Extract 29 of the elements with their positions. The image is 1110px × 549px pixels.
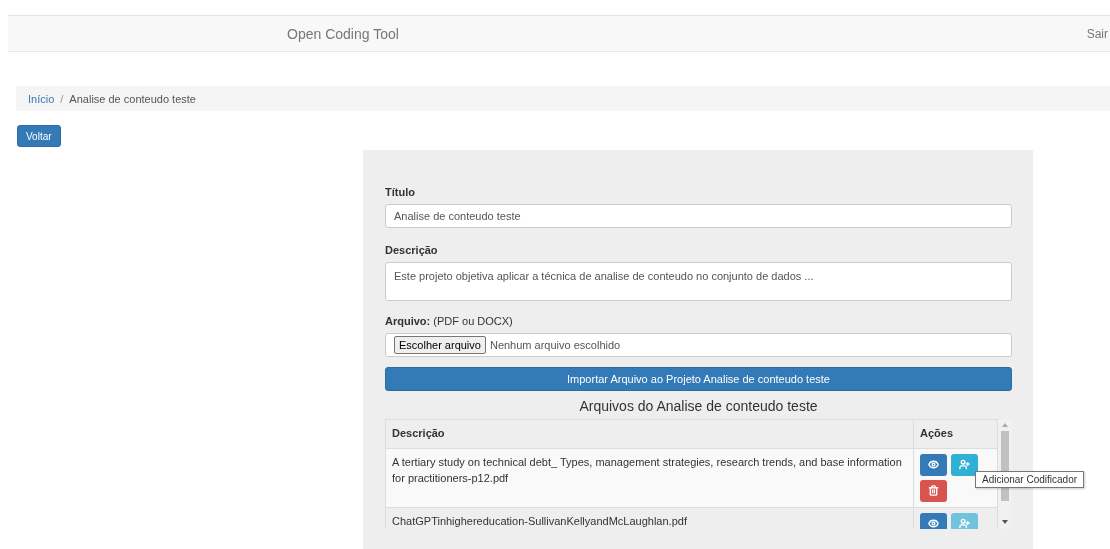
trash-icon bbox=[928, 485, 939, 497]
import-button[interactable]: Importar Arquivo ao Projeto Analise de conteudo teste bbox=[385, 367, 1012, 391]
logout-link[interactable]: Sair bbox=[1086, 26, 1108, 41]
delete-button[interactable] bbox=[920, 479, 947, 502]
field-label: Título bbox=[385, 186, 416, 198]
column-header: Descrição bbox=[391, 426, 446, 441]
eye-icon bbox=[928, 459, 939, 471]
eye-icon bbox=[928, 518, 939, 529]
file-input[interactable]: Escolher arquivo Nenhum arquivo escolhido bbox=[385, 333, 1012, 357]
file-status: Nenhum arquivo escolhido bbox=[489, 339, 621, 351]
brand-title[interactable]: Open Coding Tool bbox=[287, 25, 399, 42]
back-button[interactable]: Voltar bbox=[17, 125, 61, 147]
field-label: Arquivo: (PDF ou DOCX) bbox=[385, 315, 514, 327]
choose-file-button[interactable]: Escolher arquivo bbox=[394, 336, 486, 354]
table-cell-text: A tertiary study on technical debt_ Types, management strategies, research trends, and base information for practitioners-p12.pdf bbox=[391, 454, 903, 486]
view-button[interactable] bbox=[920, 512, 947, 529]
user-plus-icon bbox=[959, 518, 970, 529]
breadcrumb-link[interactable]: Início bbox=[28, 92, 55, 105]
description-textarea[interactable]: Este projeto objetiva aplicar a técnica de analise de conteudo no conjunto de dados ... bbox=[385, 262, 1012, 301]
field-label: Descrição bbox=[385, 244, 439, 256]
current-page-label: Analise de conteudo teste bbox=[69, 92, 196, 105]
tooltip: Adicionar Codificador bbox=[975, 471, 1085, 488]
table-cell-text: ChatGPTinhighereducation-SullivanKellyandMcLaughlan.pdf bbox=[391, 513, 688, 529]
add-coder-button[interactable] bbox=[951, 453, 978, 476]
view-button[interactable] bbox=[920, 453, 947, 476]
title-input[interactable]: Analise de conteudo teste bbox=[385, 204, 1012, 228]
breadcrumb-separator: / bbox=[60, 92, 64, 105]
user-plus-icon bbox=[959, 459, 970, 471]
files-heading: Arquivos do Analise de conteudo teste bbox=[578, 398, 819, 414]
